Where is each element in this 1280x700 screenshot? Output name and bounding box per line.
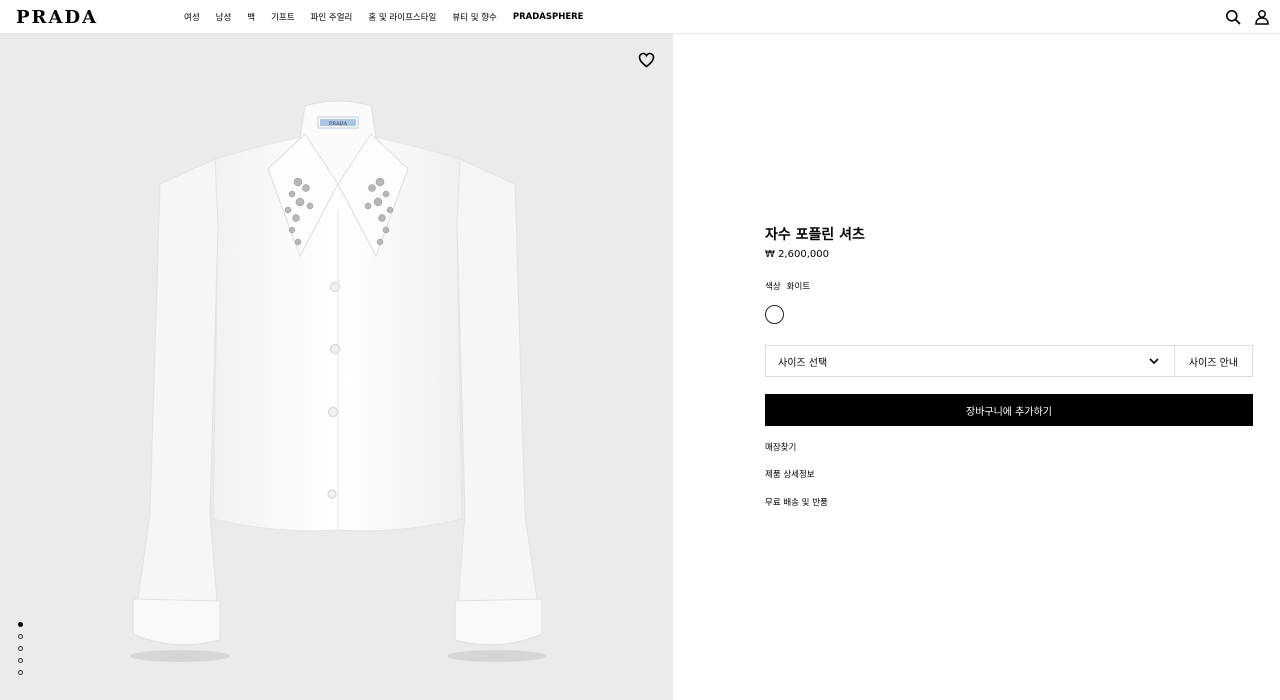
nav-item-pradasphere[interactable]: PRADASPHERE [513,12,584,22]
gallery-dot[interactable] [18,622,23,627]
gallery-pagination [18,622,23,682]
color-info: 색상 화이트 [765,280,810,292]
nav-item-women[interactable]: 여성 [184,11,200,23]
color-swatch-white[interactable] [765,305,784,324]
store-locator-link[interactable]: 매장찾기 [765,441,796,453]
user-icon[interactable] [1254,9,1270,25]
site-header: PRADA 여성 남성 백 기프트 파인 주얼리 홈 및 라이프스타일 뷰티 및… [0,0,1280,34]
garment-label-text: PRADA [329,121,348,127]
add-to-cart-button[interactable]: 장바구니에 추가하기 [765,394,1253,426]
size-guide-button[interactable]: 사이즈 안내 [1175,346,1252,376]
nav-item-bags[interactable]: 백 [247,11,255,23]
gallery-dot[interactable] [18,634,23,639]
gallery-dot[interactable] [18,670,23,675]
product-details-link[interactable]: 제품 상세정보 [765,468,815,480]
chevron-down-icon [1149,358,1159,365]
gallery-dot[interactable] [18,658,23,663]
nav-item-gifts[interactable]: 기프트 [271,11,294,23]
product-image-gallery[interactable]: PRADA [0,34,673,700]
nav-item-beauty-fragrance[interactable]: 뷰티 및 향수 [452,11,497,23]
size-select-dropdown[interactable]: 사이즈 선택 [766,346,1175,376]
color-value: 화이트 [786,282,811,292]
size-selector-row: 사이즈 선택 사이즈 안내 [765,345,1253,377]
shipping-returns-link[interactable]: 무료 배송 및 반품 [765,496,828,508]
size-select-label: 사이즈 선택 [778,357,828,369]
search-icon[interactable] [1225,9,1241,25]
nav-item-men[interactable]: 남성 [216,11,232,23]
prada-logo[interactable]: PRADA [16,7,98,28]
nav-item-home-lifestyle[interactable]: 홈 및 라이프스타일 [368,11,436,23]
main-nav: 여성 남성 백 기프트 파인 주얼리 홈 및 라이프스타일 뷰티 및 향수 PR… [184,0,600,34]
heart-icon[interactable] [638,52,655,68]
product-title: 자수 포플린 셔츠 [765,227,865,243]
product-image: PRADA [130,100,547,662]
gallery-dot[interactable] [18,646,23,651]
color-label: 색상 [765,282,781,292]
nav-item-fine-jewelry[interactable]: 파인 주얼리 [311,11,353,23]
product-price: ₩ 2,600,000 [765,249,829,260]
